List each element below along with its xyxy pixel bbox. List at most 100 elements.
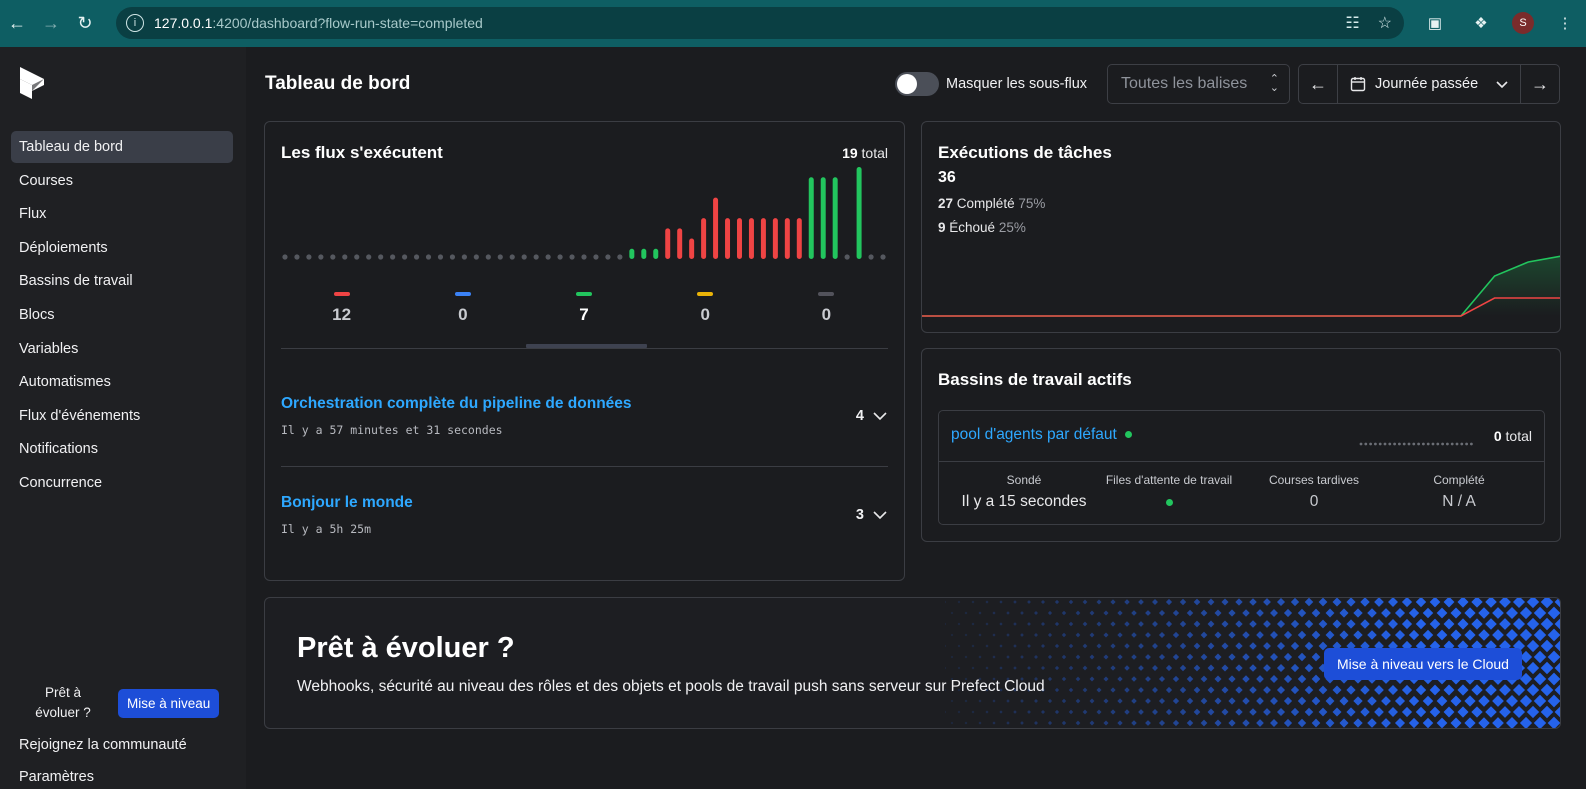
tags-filter-select[interactable]: Toutes les balises ⌃ ⌄ bbox=[1107, 64, 1290, 104]
flow-run-bar[interactable] bbox=[701, 218, 707, 259]
sidebar-item-runs[interactable]: Courses bbox=[11, 165, 233, 197]
date-next-arrow-icon[interactable]: → bbox=[1521, 65, 1559, 103]
site-info-icon[interactable]: i bbox=[126, 14, 144, 32]
sidebar-item-dashboard[interactable]: Tableau de bord bbox=[11, 131, 233, 163]
state-tab-running[interactable]: 0 bbox=[402, 292, 523, 325]
flow-link-pipeline[interactable]: Orchestration complète du pipeline de do… bbox=[281, 395, 632, 413]
banner-pattern-diamond bbox=[1013, 622, 1017, 626]
banner-pattern-diamond bbox=[1367, 718, 1377, 728]
banner-pattern-diamond bbox=[1394, 607, 1406, 619]
hide-subflows-toggle[interactable] bbox=[895, 72, 939, 96]
flow-run-bar[interactable] bbox=[653, 248, 659, 259]
flow-run-bar[interactable] bbox=[689, 238, 695, 259]
banner-pattern-diamond bbox=[1408, 607, 1420, 619]
banner-pattern-diamond bbox=[1075, 654, 1081, 660]
flow-run-bar[interactable] bbox=[856, 167, 862, 259]
flow-count-pipeline: 4 bbox=[855, 408, 864, 424]
sidebar-item-work-pools[interactable]: Bassins de travail bbox=[11, 265, 233, 297]
flow-run-bar[interactable] bbox=[713, 197, 719, 259]
date-range-select[interactable]: Journée passée bbox=[1337, 65, 1521, 103]
upgrade-cloud-button[interactable]: Mise à niveau vers le Cloud bbox=[1324, 648, 1522, 680]
flow-run-bar[interactable] bbox=[641, 248, 647, 259]
banner-pattern-diamond bbox=[1492, 695, 1504, 707]
banner-pattern-diamond bbox=[999, 710, 1003, 714]
sidebar-item-event-feed[interactable]: Flux d'événements bbox=[11, 400, 233, 432]
banner-pattern-diamond bbox=[1270, 675, 1278, 683]
flow-run-bar[interactable] bbox=[808, 177, 814, 259]
banner-pattern-diamond bbox=[1158, 653, 1166, 661]
state-tab-failed[interactable]: 12 bbox=[281, 292, 402, 325]
banner-pattern-diamond bbox=[1020, 721, 1024, 725]
flow-run-bar[interactable] bbox=[820, 177, 826, 259]
profile-avatar[interactable]: S bbox=[1512, 12, 1534, 34]
banner-pattern-diamond bbox=[1415, 618, 1427, 630]
state-tab-cancelled[interactable]: 0 bbox=[766, 292, 887, 325]
flow-run-bar[interactable] bbox=[832, 177, 838, 259]
pool-name-link[interactable]: pool d'agents par défaut bbox=[951, 426, 1132, 444]
banner-pattern-diamond bbox=[1388, 707, 1398, 717]
banner-pattern-diamond bbox=[1297, 718, 1307, 728]
reload-icon[interactable]: ↻ bbox=[68, 7, 102, 41]
pool-col-completed: Complété N / A bbox=[1386, 473, 1532, 511]
banner-pattern-diamond bbox=[1013, 710, 1017, 714]
bookmark-star-icon[interactable]: ☆ bbox=[1378, 13, 1392, 33]
banner-pattern-diamond bbox=[1214, 631, 1222, 639]
banner-pattern-diamond bbox=[999, 622, 1003, 626]
banner-pattern-diamond bbox=[1096, 599, 1102, 605]
sidebar-item-variables[interactable]: Variables bbox=[11, 333, 233, 365]
translate-icon[interactable]: ☷ bbox=[1345, 13, 1359, 33]
banner-pattern-diamond bbox=[1353, 696, 1363, 706]
forward-icon[interactable]: → bbox=[34, 7, 68, 41]
extension-icon[interactable]: ▣ bbox=[1420, 8, 1450, 38]
flow-run-bar[interactable] bbox=[736, 218, 742, 259]
address-bar[interactable]: i 127.0.0.1:4200/dashboard?flow-run-stat… bbox=[116, 7, 1404, 39]
banner-pattern-diamond bbox=[1068, 643, 1074, 649]
flow-runs-total-count: 19 bbox=[842, 145, 858, 161]
sidebar-item-flows[interactable]: Flux bbox=[11, 198, 233, 230]
sidebar-item-automations[interactable]: Automatismes bbox=[11, 366, 233, 398]
flow-runs-title: Les flux s'exécutent bbox=[281, 143, 443, 162]
flow-run-bar[interactable] bbox=[725, 218, 731, 259]
browser-menu-icon[interactable]: ⋮ bbox=[1550, 8, 1580, 38]
sidebar-item-deployments[interactable]: Déploiements bbox=[11, 232, 233, 264]
flow-run-bar[interactable] bbox=[772, 218, 778, 259]
banner-pattern-diamond bbox=[1547, 716, 1560, 728]
extensions-puzzle-icon[interactable]: ❖ bbox=[1466, 8, 1496, 38]
state-tab-scheduled[interactable]: 0 bbox=[645, 292, 766, 325]
banner-pattern-diamond bbox=[1047, 720, 1053, 726]
flow-run-bar-empty bbox=[521, 254, 527, 260]
banner-pattern-diamond bbox=[1193, 598, 1201, 606]
flow-run-bar[interactable] bbox=[677, 228, 683, 259]
prefect-logo[interactable] bbox=[18, 65, 46, 101]
banner-pattern-diamond bbox=[1145, 654, 1151, 660]
date-prev-arrow-icon[interactable]: ← bbox=[1299, 65, 1337, 103]
flow-run-bar[interactable] bbox=[784, 218, 790, 259]
flow-run-bar[interactable] bbox=[760, 218, 766, 259]
back-icon[interactable]: ← bbox=[0, 7, 34, 41]
flow-expand-hello-world[interactable]: 3 bbox=[856, 507, 888, 523]
upgrade-button[interactable]: Mise à niveau bbox=[118, 688, 220, 718]
flow-run-bar[interactable] bbox=[748, 218, 754, 259]
sidebar-item-notifications[interactable]: Notifications bbox=[11, 433, 233, 465]
settings-link[interactable]: Paramètres bbox=[19, 769, 94, 785]
sidebar-item-concurrency[interactable]: Concurrence bbox=[11, 467, 233, 499]
join-community-link[interactable]: Rejoignez la communauté bbox=[19, 737, 187, 753]
banner-pattern-diamond bbox=[1138, 599, 1144, 605]
banner-pattern-diamond bbox=[1027, 710, 1031, 714]
state-tab-completed[interactable]: 7 bbox=[523, 292, 644, 325]
banner-pattern-diamond bbox=[1249, 664, 1257, 672]
flow-run-bar[interactable] bbox=[629, 248, 635, 259]
sidebar-item-blocks[interactable]: Blocs bbox=[11, 299, 233, 331]
flow-run-bar[interactable] bbox=[796, 218, 802, 259]
flow-expand-pipeline[interactable]: 4 bbox=[856, 408, 888, 424]
banner-pattern-diamond bbox=[1207, 708, 1215, 716]
banner-pattern-diamond bbox=[1471, 618, 1483, 630]
pool-status-dot bbox=[1124, 431, 1132, 439]
flow-run-bar[interactable] bbox=[665, 228, 671, 259]
banner-pattern-diamond bbox=[1027, 666, 1031, 670]
flow-link-hello-world[interactable]: Bonjour le monde bbox=[281, 494, 413, 512]
banner-pattern-diamond bbox=[1394, 695, 1406, 707]
banner-pattern-diamond bbox=[1034, 611, 1038, 615]
banner-pattern-diamond bbox=[1006, 721, 1010, 725]
banner-pattern-diamond bbox=[1040, 643, 1046, 649]
